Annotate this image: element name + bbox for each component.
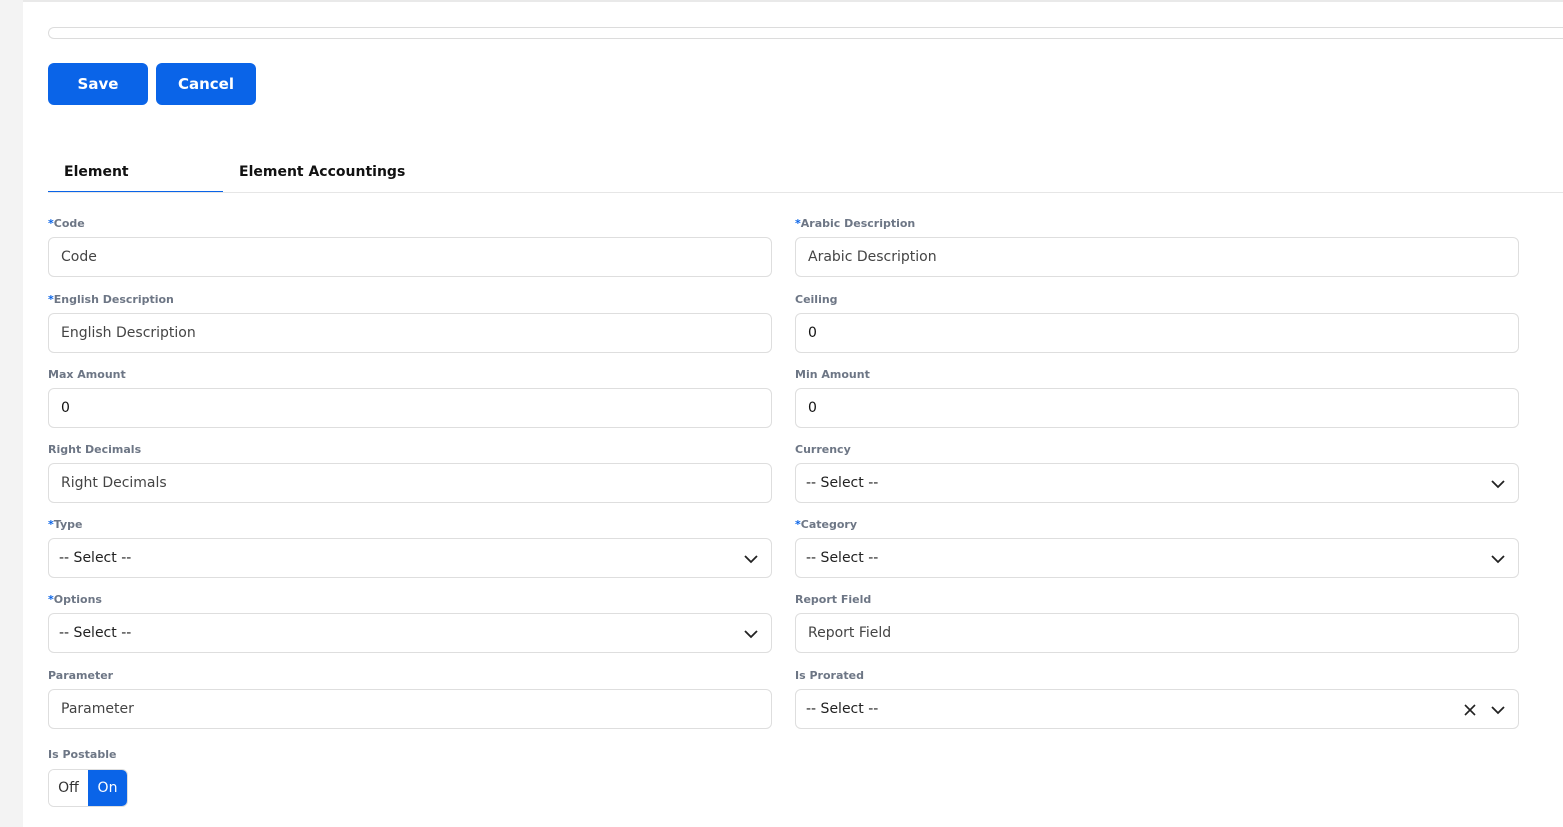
top-divider <box>23 0 1563 2</box>
save-button[interactable]: Save <box>48 63 148 105</box>
is-postable-label: Is Postable <box>48 748 117 761</box>
max-amount-input[interactable]: 0 <box>48 388 772 428</box>
toggle-on-option[interactable]: On <box>88 770 127 806</box>
top-bar <box>48 27 1563 39</box>
type-label-text: Type <box>53 518 83 531</box>
cancel-button[interactable]: Cancel <box>156 63 256 105</box>
ceiling-label: Ceiling <box>795 293 838 306</box>
arabic-description-label: *Arabic Description <box>795 217 915 230</box>
currency-selected-value: -- Select -- <box>806 475 879 491</box>
type-select[interactable]: -- Select -- <box>48 538 772 578</box>
code-label: *Code <box>48 217 85 230</box>
tab-bar: Element Element Accountings <box>48 152 1563 193</box>
arabic-description-input[interactable]: Arabic Description <box>795 237 1519 277</box>
parameter-label: Parameter <box>48 669 114 682</box>
english-description-input[interactable]: English Description <box>48 313 772 353</box>
options-selected-value: -- Select -- <box>59 625 132 641</box>
ceiling-input[interactable]: 0 <box>795 313 1519 353</box>
chevron-down-icon <box>1491 555 1505 564</box>
right-decimals-label: Right Decimals <box>48 443 142 456</box>
category-select[interactable]: -- Select -- <box>795 538 1519 578</box>
chevron-down-icon <box>744 630 758 639</box>
arabic-description-label-text: Arabic Description <box>800 217 916 230</box>
chevron-down-icon <box>1491 706 1505 715</box>
tab-element-accountings[interactable]: Element Accountings <box>239 152 405 192</box>
currency-select[interactable]: -- Select -- <box>795 463 1519 503</box>
toggle-off-option[interactable]: Off <box>49 770 88 806</box>
chevron-down-icon <box>1491 480 1505 489</box>
category-label-text: Category <box>800 518 858 531</box>
currency-label: Currency <box>795 443 851 456</box>
tab-element[interactable]: Element <box>48 152 223 192</box>
type-label: *Type <box>48 518 82 531</box>
code-input[interactable]: Code <box>48 237 772 277</box>
is-prorated-label: Is Prorated <box>795 669 864 682</box>
report-field-label: Report Field <box>795 593 872 606</box>
english-description-label: *English Description <box>48 293 174 306</box>
options-label-text: Options <box>53 593 102 606</box>
form-panel: Save Cancel Element Element Accountings … <box>23 0 1563 827</box>
right-decimals-input[interactable]: Right Decimals <box>48 463 772 503</box>
options-select[interactable]: -- Select -- <box>48 613 772 653</box>
code-label-text: Code <box>53 217 85 230</box>
report-field-input[interactable]: Report Field <box>795 613 1519 653</box>
chevron-down-icon <box>744 555 758 564</box>
min-amount-input[interactable]: 0 <box>795 388 1519 428</box>
is-prorated-select[interactable]: -- Select -- <box>795 689 1519 729</box>
english-description-label-text: English Description <box>53 293 174 306</box>
min-amount-label: Min Amount <box>795 368 870 381</box>
options-label: *Options <box>48 593 102 606</box>
category-label: *Category <box>795 518 857 531</box>
is-prorated-selected-value: -- Select -- <box>806 701 879 717</box>
max-amount-label: Max Amount <box>48 368 126 381</box>
category-selected-value: -- Select -- <box>806 550 879 566</box>
is-postable-toggle: Off On <box>48 769 128 807</box>
close-icon[interactable] <box>1462 702 1478 718</box>
type-selected-value: -- Select -- <box>59 550 132 566</box>
parameter-input[interactable]: Parameter <box>48 689 772 729</box>
